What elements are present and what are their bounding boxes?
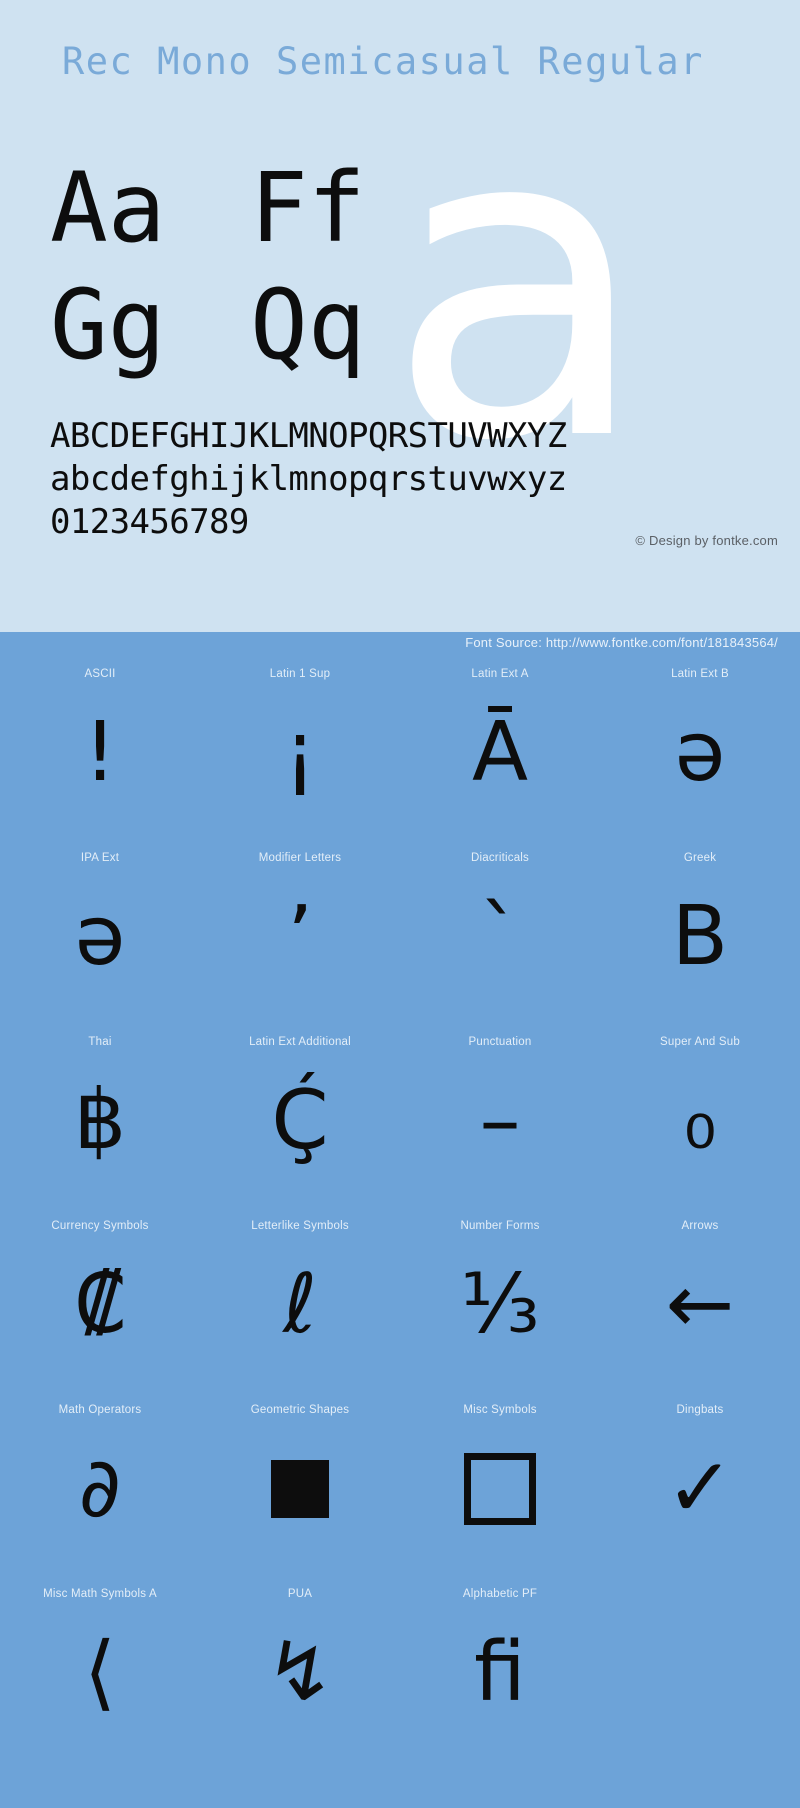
unicode-block-sample: ↯ [265, 1625, 335, 1720]
unicode-block-cell[interactable]: Modifier Letters ʼ [200, 842, 400, 1026]
unicode-block-cell[interactable]: PUA ↯ [200, 1578, 400, 1762]
unicode-block-label: Modifier Letters [258, 852, 342, 864]
unicode-block-cell[interactable]: Misc Symbols [400, 1394, 600, 1578]
unicode-block-sample: ⅓ [460, 1257, 540, 1352]
unicode-blocks-grid: ASCII ! Latin 1 Sup ¡ Latin Ext A Ā Lati… [0, 658, 800, 1762]
copyright-notice: © Design by fontke.com [635, 533, 778, 548]
letter-pair-row: Gg Qq [50, 267, 450, 384]
font-source-bar: Font Source: http://www.fontke.com/font/… [0, 632, 800, 658]
unicode-block-row: IPA Ext ə Modifier Letters ʼ Diacritical… [0, 842, 800, 1026]
unicode-block-label: Arrows [681, 1220, 719, 1232]
uppercase-alphabet-line: ABCDEFGHIJKLMNOPQRSTUVWXYZ [50, 416, 567, 456]
unicode-block-sample: ¡ [283, 705, 317, 800]
unicode-block-cell[interactable]: Dingbats ✓ [600, 1394, 800, 1578]
unicode-block-cell[interactable]: Thai ฿ [0, 1026, 200, 1210]
unicode-block-label: Punctuation [468, 1036, 532, 1048]
unicode-block-label: Letterlike Symbols [251, 1220, 349, 1232]
unicode-block-label: PUA [287, 1588, 313, 1600]
letter-pair-sample: Qq [250, 269, 366, 382]
unicode-block-cell[interactable]: Latin Ext Additional Ḉ [200, 1026, 400, 1210]
unicode-block-cell[interactable]: Arrows ← [600, 1210, 800, 1394]
unicode-block-label: Latin Ext A [471, 668, 529, 680]
unicode-block-cell[interactable]: Misc Math Symbols A ⟨ [0, 1578, 200, 1762]
unicode-block-label: Math Operators [58, 1404, 142, 1416]
lowercase-alphabet-line: abcdefghijklmnopqrstuvwxyz [50, 459, 567, 500]
unicode-block-cell[interactable]: Geometric Shapes [200, 1394, 400, 1578]
unicode-block-row: Currency Symbols ₡ Letterlike Symbols ℓ … [0, 1210, 800, 1394]
unicode-block-row: Math Operators ∂ Geometric Shapes Misc S… [0, 1394, 800, 1578]
unicode-block-sample: – [479, 1073, 521, 1168]
unicode-block-label: Number Forms [460, 1220, 540, 1232]
unicode-block-label: Thai [88, 1036, 112, 1048]
unicode-block-cell[interactable]: Math Operators ∂ [0, 1394, 200, 1578]
alphabet-block: ABCDEFGHIJKLMNOPQRSTUVWXYZ abcdefghijklm… [50, 415, 760, 545]
unicode-block-label: Latin 1 Sup [269, 668, 331, 680]
font-specimen-panel: a Rec Mono Semicasual Regular Aa Ff Gg Q… [0, 0, 800, 632]
unicode-block-label: Latin Ext Additional [249, 1036, 351, 1048]
unicode-block-cell[interactable]: Letterlike Symbols ℓ [200, 1210, 400, 1394]
unicode-block-label: Misc Math Symbols A [43, 1588, 157, 1600]
unicode-block-cell[interactable]: Diacriticals ˋ [400, 842, 600, 1026]
unicode-block-label: Dingbats [676, 1404, 724, 1416]
letter-pair-sample: Gg [50, 269, 166, 382]
letter-pair-sample: Aa [50, 152, 166, 264]
unicode-block-row: Misc Math Symbols A ⟨ PUA ↯ Alphabetic P… [0, 1578, 800, 1762]
unicode-block-cell[interactable]: Latin Ext B ǝ [600, 658, 800, 842]
unicode-block-sample: ﬁ [474, 1625, 526, 1720]
font-title: Rec Mono Semicasual Regular [62, 40, 704, 83]
unicode-block-sample [271, 1434, 329, 1544]
unicode-block-cell[interactable]: Currency Symbols ₡ [0, 1210, 200, 1394]
unicode-block-label: IPA Ext [80, 852, 120, 864]
unicode-block-label: Diacriticals [471, 852, 529, 864]
unicode-block-sample: ← [665, 1257, 735, 1352]
unicode-block-sample: ˋ [479, 889, 521, 984]
unicode-block-sample: ₀ [683, 1073, 717, 1168]
unicode-block-cell[interactable]: Alphabetic PF ﬁ [400, 1578, 600, 1762]
unicode-block-cell[interactable]: Punctuation – [400, 1026, 600, 1210]
unicode-block-cell[interactable]: IPA Ext ə [0, 842, 200, 1026]
unicode-block-cell[interactable]: Super And Sub ₀ [600, 1026, 800, 1210]
unicode-block-sample: ʼ [286, 889, 314, 984]
unicode-block-sample: ⟨ [84, 1625, 116, 1720]
unicode-block-row: ASCII ! Latin 1 Sup ¡ Latin Ext A Ā Lati… [0, 658, 800, 842]
letter-pair-sample: Ff [250, 152, 366, 264]
unicode-block-label: Geometric Shapes [250, 1404, 350, 1416]
unicode-block-label: Alphabetic PF [462, 1588, 538, 1600]
unicode-block-sample: ə [74, 889, 126, 984]
unicode-block-sample: ǝ [674, 705, 726, 800]
unicode-block-label: Super And Sub [660, 1036, 740, 1048]
unicode-block-cell[interactable]: Latin 1 Sup ¡ [200, 658, 400, 842]
unicode-block-sample: Ḉ [271, 1073, 329, 1168]
unicode-block-sample: Ā [471, 705, 529, 800]
unicode-block-cell[interactable]: Number Forms ⅓ [400, 1210, 600, 1394]
unicode-block-sample: ! [83, 705, 117, 800]
unicode-block-cell[interactable]: ASCII ! [0, 658, 200, 842]
unicode-block-label: Currency Symbols [51, 1220, 149, 1232]
unicode-block-sample: Β [671, 889, 729, 984]
unicode-block-sample [464, 1434, 536, 1544]
unicode-block-label: Greek [683, 852, 717, 864]
unicode-block-label: Latin Ext B [671, 668, 729, 680]
unicode-block-sample: ✓ [665, 1441, 735, 1536]
unicode-block-row: Thai ฿ Latin Ext Additional Ḉ Punctuatio… [0, 1026, 800, 1210]
unicode-block-cell[interactable]: Latin Ext A Ā [400, 658, 600, 842]
letter-pairs-grid: Aa Ff Gg Qq [50, 150, 450, 384]
unicode-block-sample: ฿ [73, 1073, 127, 1168]
unicode-block-sample: ₡ [73, 1257, 127, 1352]
letter-pair-row: Aa Ff [50, 150, 450, 267]
unicode-block-cell[interactable]: Greek Β [600, 842, 800, 1026]
unicode-block-cell [600, 1578, 800, 1762]
unicode-block-label: ASCII [84, 668, 116, 680]
font-source-url[interactable]: Font Source: http://www.fontke.com/font/… [465, 635, 778, 650]
unicode-block-sample: ∂ [78, 1441, 122, 1536]
unicode-block-sample: ℓ [283, 1257, 317, 1352]
unicode-block-label: Misc Symbols [463, 1404, 537, 1416]
